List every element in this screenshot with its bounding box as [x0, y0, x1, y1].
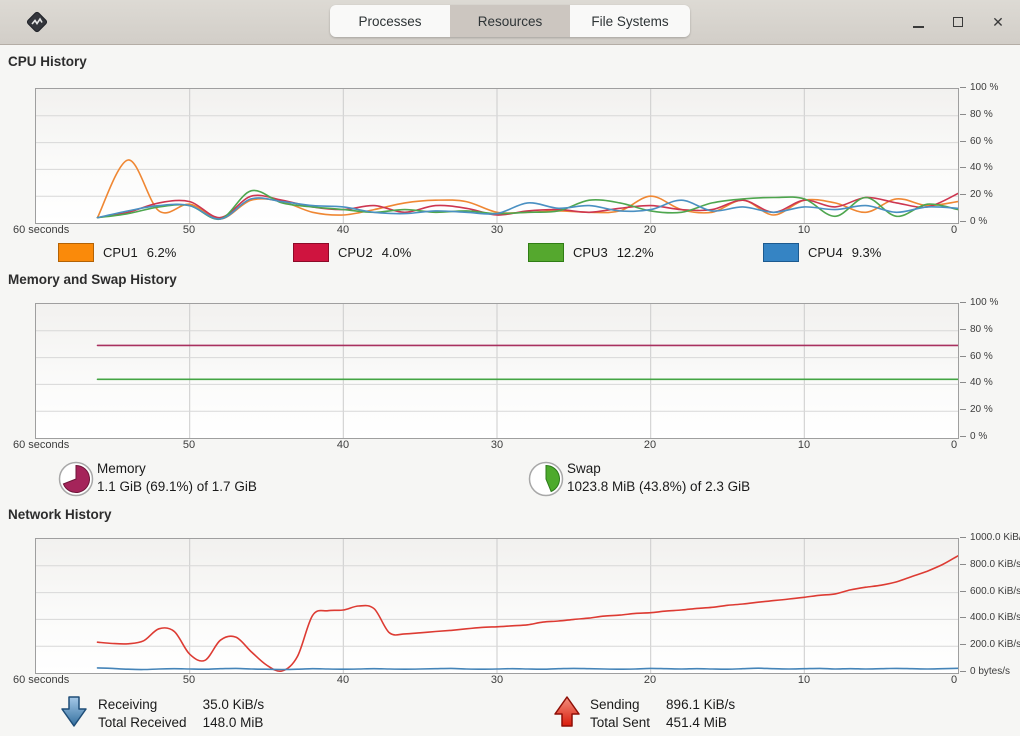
cpu-y-label: 0 % — [960, 216, 987, 227]
memory-x-label: 10 — [798, 439, 810, 451]
sending-arrow-icon — [552, 695, 582, 729]
close-button[interactable]: ✕ — [986, 10, 1010, 34]
cpu-x-label: 30 — [491, 224, 503, 236]
cpu1-color-swatch — [58, 243, 94, 262]
cpu-x-label: 20 — [644, 224, 656, 236]
memory-y-label: 20 % — [960, 404, 993, 415]
tab-processes[interactable]: Processes — [330, 5, 450, 37]
memory-y-label: 0 % — [960, 431, 987, 442]
cpu4-color-swatch — [763, 243, 799, 262]
memory-y-label: 100 % — [960, 297, 998, 308]
app-icon — [25, 10, 49, 34]
memory-x-label: 30 — [491, 439, 503, 451]
memory-x-label: 0 — [951, 439, 957, 451]
memory-stat: Memory 1.1 GiB (69.1%) of 1.7 GiB — [97, 460, 257, 496]
cpu-x-label: 60 seconds — [13, 224, 69, 236]
memory-x-label: 50 — [183, 439, 195, 451]
cpu-y-label: 40 % — [960, 162, 993, 173]
network-x-label: 10 — [798, 674, 810, 686]
tab-resources[interactable]: Resources — [450, 5, 570, 37]
network-y-label: 400.0 KiB/s — [960, 612, 1020, 623]
receiving-stats: Receiving 35.0 KiB/s Total Received 148.… — [98, 696, 264, 731]
memory-y-label: 80 % — [960, 324, 993, 335]
cpu-x-label: 10 — [798, 224, 810, 236]
system-monitor-window: Processes Resources File Systems ✕ CPU H… — [0, 0, 1020, 736]
cpu-history-chart — [35, 88, 959, 224]
memory-y-label: 60 % — [960, 351, 993, 362]
network-x-label: 20 — [644, 674, 656, 686]
memory-y-label: 40 % — [960, 377, 993, 388]
network-history-title: Network History — [8, 507, 112, 522]
total-sent-label: Total Sent — [590, 714, 650, 732]
minimize-button[interactable] — [906, 10, 930, 34]
cpu4-value: 9.3% — [852, 245, 882, 260]
cpu1-legend-item[interactable]: CPU1 6.2% — [40, 243, 275, 262]
cpu2-legend-item[interactable]: CPU2 4.0% — [275, 243, 510, 262]
network-y-label: 200.0 KiB/s — [960, 639, 1020, 650]
network-x-label: 30 — [491, 674, 503, 686]
cpu-history-title: CPU History — [8, 54, 87, 69]
memory-stat-detail: 1.1 GiB (69.1%) of 1.7 GiB — [97, 478, 257, 496]
cpu2-color-swatch — [293, 243, 329, 262]
cpu3-legend-item[interactable]: CPU3 12.2% — [510, 243, 745, 262]
cpu3-color-swatch — [528, 243, 564, 262]
view-tabs: Processes Resources File Systems — [330, 5, 690, 37]
cpu2-value: 4.0% — [382, 245, 412, 260]
cpu-x-label: 50 — [183, 224, 195, 236]
network-history-chart — [35, 538, 959, 674]
sending-label: Sending — [590, 696, 650, 714]
receiving-rate: 35.0 KiB/s — [203, 696, 265, 714]
cpu1-value: 6.2% — [147, 245, 177, 260]
memory-pie-icon — [58, 461, 94, 497]
swap-stat-label: Swap — [567, 460, 750, 478]
network-y-label: 1000.0 KiB/s — [960, 532, 1020, 543]
network-y-label: 0 bytes/s — [960, 666, 1010, 677]
headerbar: Processes Resources File Systems ✕ — [0, 0, 1020, 45]
memory-x-label: 20 — [644, 439, 656, 451]
cpu-y-label: 100 % — [960, 82, 998, 93]
network-y-label: 600.0 KiB/s — [960, 586, 1020, 597]
total-received-value: 148.0 MiB — [203, 714, 265, 732]
minimize-icon — [913, 26, 924, 28]
cpu-y-label: 80 % — [960, 109, 993, 120]
total-received-label: Total Received — [98, 714, 187, 732]
maximize-button[interactable] — [946, 10, 970, 34]
swap-stat-detail: 1023.8 MiB (43.8%) of 2.3 GiB — [567, 478, 750, 496]
network-x-label: 40 — [337, 674, 349, 686]
cpu-x-label: 40 — [337, 224, 349, 236]
cpu4-label: CPU4 — [808, 245, 843, 260]
close-icon: ✕ — [992, 14, 1004, 31]
cpu4-legend-item[interactable]: CPU4 9.3% — [745, 243, 980, 262]
maximize-icon — [953, 17, 963, 27]
cpu-y-label: 60 % — [960, 136, 993, 147]
cpu-x-label: 0 — [951, 224, 957, 236]
cpu3-value: 12.2% — [617, 245, 654, 260]
network-x-label: 0 — [951, 674, 957, 686]
network-x-label: 60 seconds — [13, 674, 69, 686]
tab-file-systems[interactable]: File Systems — [570, 5, 690, 37]
cpu3-label: CPU3 — [573, 245, 608, 260]
memory-x-label: 40 — [337, 439, 349, 451]
network-x-label: 50 — [183, 674, 195, 686]
memory-x-label: 60 seconds — [13, 439, 69, 451]
sending-stats: Sending 896.1 KiB/s Total Sent 451.4 MiB — [590, 696, 735, 731]
cpu-legend: CPU1 6.2% CPU2 4.0% CPU3 12.2% CPU4 9.3% — [40, 243, 980, 262]
network-y-label: 800.0 KiB/s — [960, 559, 1020, 570]
receiving-arrow-icon — [59, 695, 89, 729]
memory-stat-label: Memory — [97, 460, 257, 478]
cpu-y-label: 20 % — [960, 189, 993, 200]
swap-pie-icon — [528, 461, 564, 497]
receiving-label: Receiving — [98, 696, 187, 714]
sending-rate: 896.1 KiB/s — [666, 696, 735, 714]
swap-stat: Swap 1023.8 MiB (43.8%) of 2.3 GiB — [567, 460, 750, 496]
memory-history-title: Memory and Swap History — [8, 272, 177, 287]
cpu1-label: CPU1 — [103, 245, 138, 260]
cpu2-label: CPU2 — [338, 245, 373, 260]
total-sent-value: 451.4 MiB — [666, 714, 735, 732]
memory-history-chart — [35, 303, 959, 439]
